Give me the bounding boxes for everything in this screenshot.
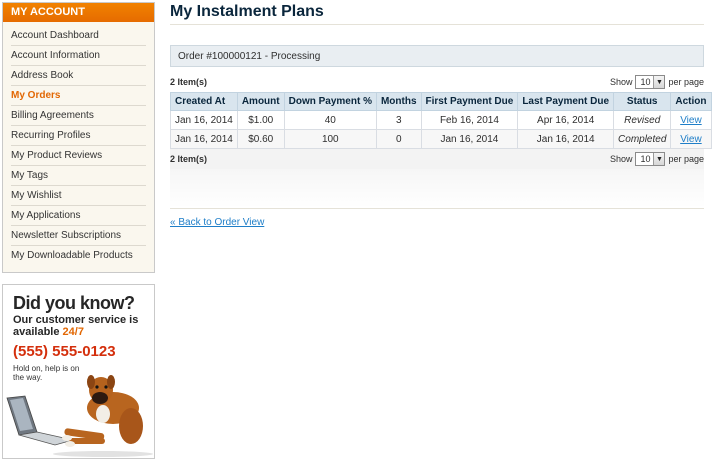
limiter: Show 10 ▼ per page <box>610 152 704 166</box>
dog-laptop-illustration <box>6 375 153 457</box>
cell-amount: $0.60 <box>236 129 285 149</box>
account-nav-title: My Account <box>3 3 154 22</box>
cell-first-payment-due: Feb 16, 2014 <box>420 110 519 130</box>
back-link-wrap: « Back to Order View <box>170 217 704 228</box>
per-page-select[interactable]: 10 ▼ <box>635 75 666 89</box>
cell-down-payment: 100 <box>283 129 377 149</box>
sidebar-item-my-product-reviews[interactable]: My Product Reviews <box>11 146 146 166</box>
sidebar-item-recurring-profiles[interactable]: Recurring Profiles <box>11 126 146 146</box>
sidebar-item-address-book[interactable]: Address Book <box>11 66 146 86</box>
cell-down-payment: 40 <box>283 110 377 130</box>
sidebar-item-my-applications[interactable]: My Applications <box>11 206 146 226</box>
sidebar-item-my-orders[interactable]: My Orders <box>11 86 146 106</box>
per-page-label: per page <box>668 154 704 164</box>
sidebar-item-my-tags[interactable]: My Tags <box>11 166 146 186</box>
sidebar-item-account-information[interactable]: Account Information <box>11 46 146 66</box>
col-first-payment-due: First Payment Due <box>420 92 519 111</box>
cell-last-payment-due: Jan 16, 2014 <box>517 129 615 149</box>
show-label: Show <box>609 77 633 87</box>
cell-months: 3 <box>375 110 422 130</box>
promo-title: Did you know? <box>13 293 135 313</box>
pager-top: 2 Item(s) Show 10 ▼ per page <box>170 72 704 92</box>
instalment-plans-table: Created At Amount Down Payment % Months … <box>170 92 712 149</box>
back-to-order-view-link[interactable]: « Back to Order View <box>170 217 264 228</box>
cell-months: 0 <box>375 129 422 149</box>
account-nav-block: My Account Account Dashboard Account Inf… <box>2 2 155 273</box>
table-row: Jan 16, 2014 $1.00 40 3 Feb 16, 2014 Apr… <box>170 110 712 130</box>
cell-status: Revised <box>613 110 672 130</box>
cell-action: View <box>670 129 712 149</box>
main-content: My Instalment Plans Order #100000121 - P… <box>170 0 712 228</box>
cell-action: View <box>670 110 712 130</box>
col-created-at: Created At <box>170 92 238 111</box>
cell-status: Completed <box>613 129 672 149</box>
promo-phone: (555) 555-0123 <box>13 343 116 360</box>
account-nav-list: Account Dashboard Account Information Ad… <box>3 22 154 272</box>
cell-last-payment-due: Apr 16, 2014 <box>517 110 615 130</box>
cell-amount: $1.00 <box>236 110 285 130</box>
table-header-row: Created At Amount Down Payment % Months … <box>170 92 712 111</box>
sidebar-item-my-downloadable-products[interactable]: My Downloadable Products <box>11 246 146 266</box>
page-title: My Instalment Plans <box>170 0 704 25</box>
pager-bottom: 2 Item(s) Show 10 ▼ per page <box>170 149 704 169</box>
col-last-payment-due: Last Payment Due <box>517 92 615 111</box>
col-status: Status <box>613 92 672 111</box>
show-label: Show <box>609 154 633 164</box>
table-row: Jan 16, 2014 $0.60 100 0 Jan 16, 2014 Ja… <box>170 129 712 149</box>
chevron-down-icon[interactable]: ▼ <box>653 76 665 88</box>
col-action: Action <box>670 92 712 111</box>
order-info-bar: Order #100000121 - Processing <box>170 45 704 67</box>
sidebar-item-newsletter-subscriptions[interactable]: Newsletter Subscriptions <box>11 226 146 246</box>
promo-highlight: 24/7 <box>62 326 84 338</box>
col-down-payment: Down Payment % <box>283 92 377 111</box>
promo-line-2-prefix: available <box>13 326 63 338</box>
table-footer-spacer <box>170 169 704 209</box>
per-page-label: per page <box>668 77 704 87</box>
limiter: Show 10 ▼ per page <box>610 75 704 89</box>
per-page-value: 10 <box>640 154 651 164</box>
per-page-select[interactable]: 10 ▼ <box>635 152 666 166</box>
item-count: 2 Item(s) <box>170 154 208 164</box>
chevron-down-icon[interactable]: ▼ <box>653 153 665 165</box>
view-link[interactable]: View <box>680 134 702 145</box>
per-page-value: 10 <box>640 77 651 87</box>
cell-created-at: Jan 16, 2014 <box>170 110 238 130</box>
promo-line-2: available 24/7 <box>13 326 154 338</box>
col-amount: Amount <box>236 92 285 111</box>
sidebar: My Account Account Dashboard Account Inf… <box>2 2 155 459</box>
promo-line-1: Our customer service is <box>13 314 139 326</box>
sidebar-item-my-wishlist[interactable]: My Wishlist <box>11 186 146 206</box>
item-count: 2 Item(s) <box>170 77 208 87</box>
sidebar-item-account-dashboard[interactable]: Account Dashboard <box>11 26 146 46</box>
view-link[interactable]: View <box>680 115 702 126</box>
col-months: Months <box>375 92 422 111</box>
customer-service-promo: Did you know? Our customer service is av… <box>2 284 155 459</box>
cell-created-at: Jan 16, 2014 <box>170 129 238 149</box>
sidebar-item-billing-agreements[interactable]: Billing Agreements <box>11 106 146 126</box>
cell-first-payment-due: Jan 16, 2014 <box>420 129 519 149</box>
